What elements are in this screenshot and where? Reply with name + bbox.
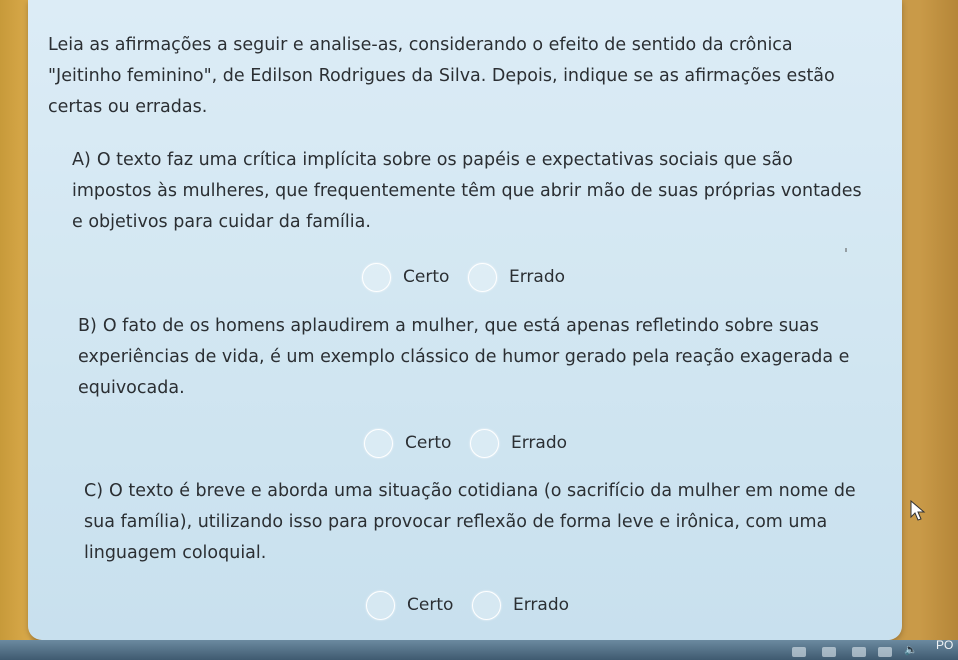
taskbar-text: PO — [936, 638, 954, 652]
statement-letter: C) — [84, 481, 104, 501]
option-label: Errado — [513, 595, 570, 615]
option-c-certo[interactable]: Certo — [366, 590, 453, 620]
battery-icon — [792, 647, 806, 657]
statement-text: O texto é breve e aborda uma situação co… — [84, 481, 856, 563]
statement-text: O texto faz uma crítica implícita sobre … — [72, 150, 862, 232]
wifi-icon — [852, 647, 866, 657]
option-label: Certo — [407, 595, 454, 615]
statement-letter: A) — [72, 150, 91, 170]
statement-letter: B) — [78, 316, 97, 336]
radio-icon[interactable] — [470, 428, 499, 458]
option-b-certo[interactable]: Certo — [364, 428, 451, 458]
option-a-errado[interactable]: Errado — [468, 262, 565, 292]
option-label: Certo — [403, 267, 450, 287]
cursor-icon — [910, 500, 926, 521]
option-a-certo[interactable]: Certo — [362, 262, 449, 292]
statement-c: C) O texto é breve e aborda uma situação … — [84, 476, 874, 569]
option-label: Certo — [405, 433, 452, 453]
radio-icon[interactable] — [366, 590, 395, 620]
option-label: Errado — [511, 433, 568, 453]
instructions-text: Leia as afirmações a seguir e analise-as… — [48, 35, 835, 117]
cast-icon — [878, 647, 892, 657]
speaker-icon: 🔈 — [904, 643, 918, 656]
option-c-errado[interactable]: Errado — [472, 590, 569, 620]
statement-b: B) O fato de os homens aplaudirem a mulhe… — [78, 311, 868, 404]
network-icon — [822, 647, 836, 657]
taskbar — [0, 640, 958, 660]
radio-icon[interactable] — [364, 428, 393, 458]
radio-icon[interactable] — [472, 590, 501, 620]
statement-a: A) O texto faz uma crítica implícita sobr… — [72, 145, 862, 238]
radio-icon[interactable] — [468, 262, 497, 292]
stray-mark — [845, 248, 847, 252]
radio-icon[interactable] — [362, 262, 391, 292]
option-b-errado[interactable]: Errado — [470, 428, 567, 458]
statement-text: O fato de os homens aplaudirem a mulher,… — [78, 316, 850, 398]
option-label: Errado — [509, 267, 566, 287]
